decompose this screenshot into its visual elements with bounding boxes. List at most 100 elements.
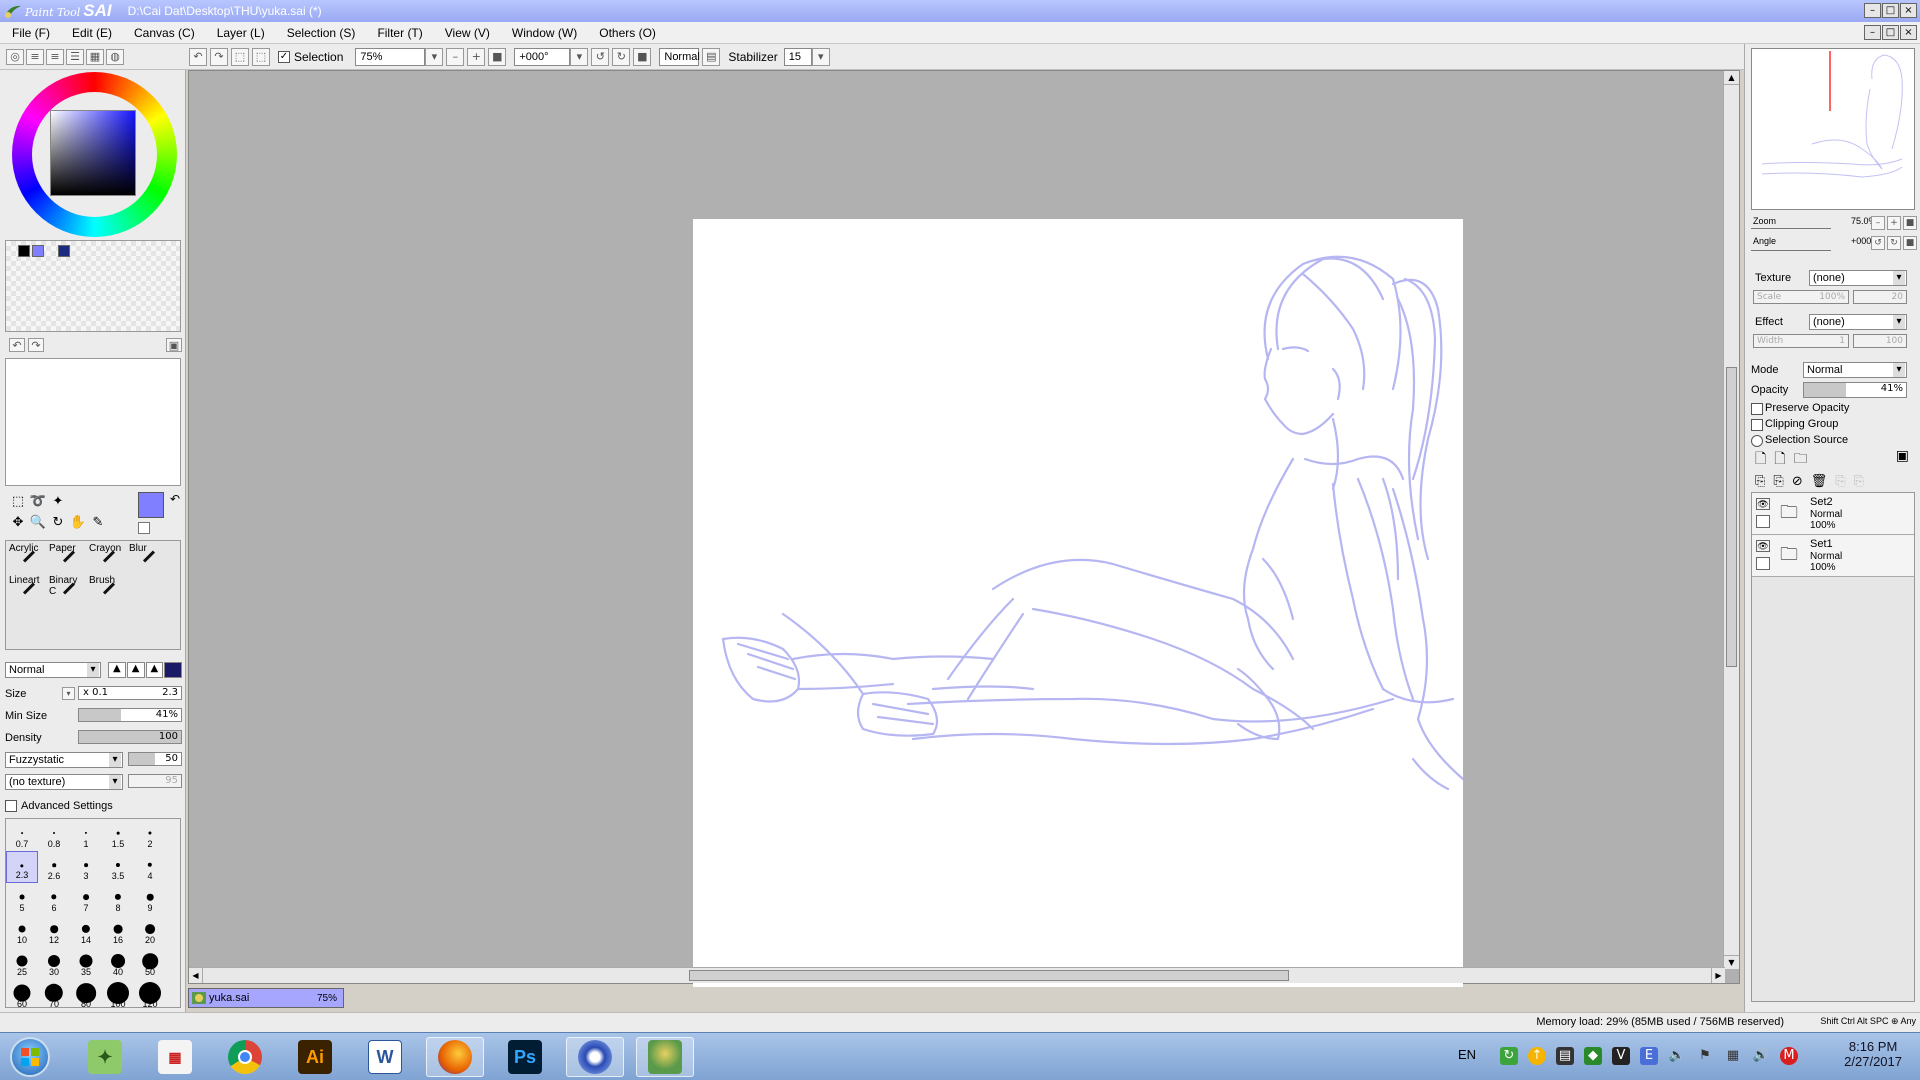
nav-zoom-reset-icon[interactable]: ■	[1903, 216, 1917, 230]
delete-layer-icon[interactable]: 🗑	[1811, 474, 1828, 489]
selection-source-radio[interactable]	[1751, 435, 1763, 447]
move-icon[interactable]: ✥	[8, 515, 28, 533]
navigator-preview[interactable]	[1751, 48, 1915, 210]
angle-field[interactable]: +000°	[514, 47, 571, 66]
menu-layer[interactable]: Layer (L)	[217, 26, 265, 40]
document-tab[interactable]: yuka.sai 75%	[188, 988, 344, 1008]
lasso-icon[interactable]: ➰	[28, 494, 48, 512]
preserve-opacity-row[interactable]: Preserve Opacity	[1751, 402, 1915, 416]
invert-selection-icon[interactable]: ⬚	[252, 47, 270, 66]
tray-nvidia-icon[interactable]: ◆	[1584, 1047, 1602, 1065]
brush-shape-select[interactable]: Fuzzystatic	[5, 752, 123, 768]
zoom-out-icon[interactable]: –	[446, 47, 465, 66]
start-button[interactable]	[10, 1037, 50, 1077]
tray-refresh-icon[interactable]: ↻	[1500, 1047, 1518, 1065]
swap-colors-icon[interactable]: ↶	[170, 492, 180, 506]
rotate-icon[interactable]: ↻	[48, 515, 68, 533]
brush-binary[interactable]: Binary C	[46, 573, 86, 605]
color-swatches[interactable]	[5, 240, 181, 332]
scratchpad-icon[interactable]: ◍	[106, 48, 124, 65]
tray-antivirus-icon[interactable]: M	[1780, 1047, 1798, 1065]
advanced-settings-row[interactable]: Advanced Settings	[5, 798, 181, 814]
scroll-down-icon[interactable]: ▼	[1724, 955, 1739, 969]
new-folder-icon[interactable]: 🗀	[1794, 448, 1808, 472]
layer-mask-icon[interactable]: ▣	[1896, 448, 1909, 472]
close-button[interactable]: ×	[1900, 3, 1917, 18]
scroll-left-icon[interactable]: ◀	[189, 968, 203, 983]
menu-view[interactable]: View (V)	[445, 26, 490, 40]
layer-lock-checkbox[interactable]	[1756, 557, 1770, 570]
tray-device-icon[interactable]: ▤	[1556, 1047, 1574, 1065]
layer-effect-select[interactable]: (none)	[1809, 314, 1907, 330]
brush-size-1-5[interactable]: 1.5	[102, 819, 134, 851]
brush-blend-mode-select[interactable]: Normal	[5, 662, 101, 678]
taskbar-firefox[interactable]	[426, 1037, 484, 1077]
clipping-group-checkbox[interactable]	[1751, 419, 1763, 431]
rotate-right-icon[interactable]: ↻	[612, 47, 631, 66]
brush-brush[interactable]: Brush	[86, 573, 126, 605]
brush-size-100[interactable]: 100	[102, 979, 134, 1011]
brush-paper[interactable]: Paper	[46, 541, 86, 573]
texture-scale-field[interactable]: Scale 100%	[1753, 290, 1849, 304]
layer-item-set1[interactable]: 👁 🗀 Set1 Normal 100%	[1752, 535, 1914, 577]
brush-size-60[interactable]: 60	[6, 979, 38, 1011]
new-layer-icon[interactable]: 🗋	[1755, 448, 1766, 472]
taskbar-unikey[interactable]: ▦	[146, 1037, 204, 1077]
brush-size-6[interactable]: 6	[38, 883, 70, 915]
brush-size-0-8[interactable]: 0.8	[38, 819, 70, 851]
brush-size-0-7[interactable]: 0.7	[6, 819, 38, 851]
scratchpad-clear-icon[interactable]: ▣	[166, 338, 182, 352]
brush-size-80[interactable]: 80	[70, 979, 102, 1011]
horizontal-scroll-thumb[interactable]	[689, 970, 1289, 981]
nav-rotate-reset-icon[interactable]: ■	[1903, 236, 1917, 250]
density-slider[interactable]: 100	[78, 730, 182, 744]
brush-size-2-3[interactable]: 2.3	[6, 851, 38, 883]
deselect-icon[interactable]: ⬚	[231, 47, 249, 66]
brush-size-120[interactable]: 120	[134, 979, 166, 1011]
selection-source-row[interactable]: Selection Source	[1751, 434, 1915, 448]
tray-update-icon[interactable]: ↑	[1528, 1047, 1546, 1065]
brush-size-4[interactable]: 4	[134, 851, 166, 883]
clear-layer-icon[interactable]: ⊘	[1792, 474, 1803, 489]
brush-size-14[interactable]: 14	[70, 915, 102, 947]
brush-crayon[interactable]: Crayon	[86, 541, 126, 573]
scroll-up-icon[interactable]: ▲	[1724, 71, 1739, 85]
layer-opacity-slider[interactable]: 41%	[1803, 382, 1907, 398]
taskbar-sai-app[interactable]: ✦	[76, 1037, 134, 1077]
menu-selection[interactable]: Selection (S)	[287, 26, 356, 40]
menu-others[interactable]: Others (O)	[599, 26, 656, 40]
primary-color[interactable]	[138, 492, 164, 518]
advanced-settings-checkbox[interactable]	[5, 800, 17, 812]
nav-rotate-left-icon[interactable]: ↺	[1871, 236, 1885, 250]
size-mult-dropdown-icon[interactable]: ▾	[62, 687, 75, 700]
vertical-scroll-thumb[interactable]	[1726, 367, 1737, 667]
hsv-slider-icon[interactable]: ≡	[46, 48, 64, 65]
tray-monitor-icon[interactable]: E	[1640, 1047, 1658, 1065]
maximize-button[interactable]: □	[1882, 3, 1899, 18]
rotate-reset-icon[interactable]: ■	[633, 47, 652, 66]
brush-size-50[interactable]: 50	[134, 947, 166, 979]
clipping-group-row[interactable]: Clipping Group	[1751, 418, 1915, 432]
brush-size-5[interactable]: 5	[6, 883, 38, 915]
layer-lock-checkbox[interactable]	[1756, 515, 1770, 528]
brush-size-2[interactable]: 2	[134, 819, 166, 851]
tray-speaker-icon[interactable]: 🔈	[1668, 1047, 1686, 1065]
texture-strength-field[interactable]: 20	[1853, 290, 1907, 304]
texture-strength-slider[interactable]: 95	[128, 774, 182, 788]
scratchpad-undo-icon[interactable]: ↶	[9, 338, 25, 352]
min-size-slider[interactable]: 41%	[78, 708, 182, 722]
menu-file[interactable]: File (F)	[12, 26, 50, 40]
taskbar-app-blue[interactable]	[566, 1037, 624, 1077]
effect-strength-field[interactable]: 100	[1853, 334, 1907, 348]
brush-size-1[interactable]: 1	[70, 819, 102, 851]
brush-texture-select[interactable]: (no texture)	[5, 774, 123, 790]
transparent-color-icon[interactable]	[138, 522, 150, 534]
canvas-horizontal-scrollbar[interactable]: ◀ ▶	[189, 967, 1725, 983]
shape-square-icon[interactable]	[164, 662, 182, 678]
taskbar-illustrator[interactable]: Ai	[286, 1037, 344, 1077]
brush-size-12[interactable]: 12	[38, 915, 70, 947]
brush-size-3-5[interactable]: 3.5	[102, 851, 134, 883]
layer-mode-select[interactable]: Normal	[1803, 362, 1907, 378]
saturation-value-square[interactable]	[50, 110, 136, 196]
zoom-field[interactable]: 75%	[355, 47, 426, 66]
